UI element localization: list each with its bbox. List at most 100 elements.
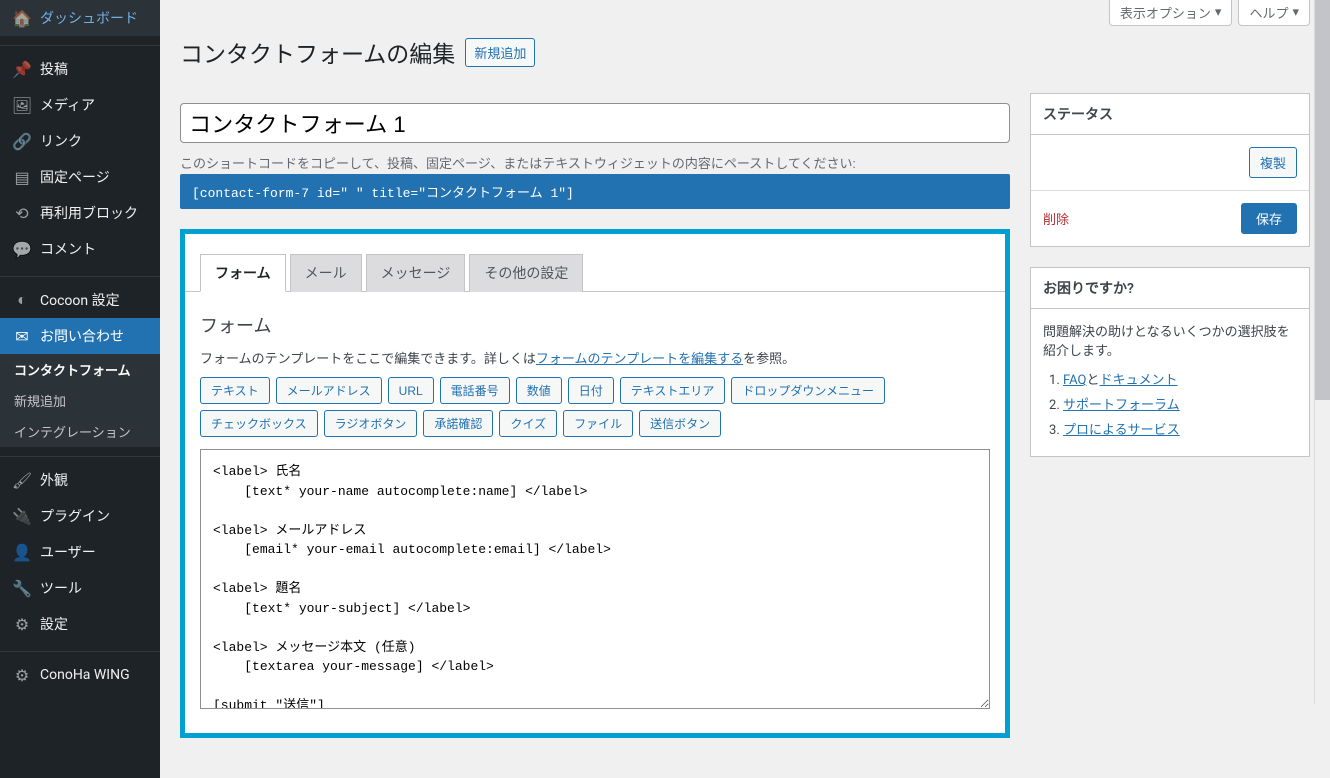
help-postbox: お困りですか? 問題解決の助けとなるいくつかの選択肢を紹介します。 FAQとドキ… — [1030, 267, 1310, 457]
tag-generator: テキストメールアドレスURL電話番号数値日付テキストエリアドロップダウンメニュー… — [200, 377, 990, 437]
chevron-down-icon: ▾ — [1292, 5, 1299, 20]
tag-button-7[interactable]: ドロップダウンメニュー — [731, 377, 885, 404]
shortcode-description: このショートコードをコピーして、投稿、固定ページ、またはテキストウィジェットの内… — [180, 153, 1010, 172]
sidebar-submenu: コンタクトフォーム 新規追加 インテグレーション — [0, 354, 160, 447]
panel-description: フォームのテンプレートをここで編集できます。詳しくはフォームのテンプレートを編集… — [200, 348, 990, 367]
status-heading: ステータス — [1043, 104, 1297, 124]
tag-button-8[interactable]: チェックボックス — [200, 410, 318, 437]
sidebar-separator — [0, 41, 160, 46]
sidebar-item-conoha[interactable]: ⚙ ConoHa WING — [0, 657, 160, 693]
admin-sidebar: 🏠ダッシュボード 📌投稿 🖼メディア 🔗リンク ▤固定ページ ⟲再利用ブロック … — [0, 0, 160, 778]
help-heading: お困りですか? — [1043, 278, 1297, 298]
cocoon-icon: ◐ — [12, 290, 32, 310]
main-content: 表示オプション ▾ ヘルプ ▾ コンタクトフォームの編集 新規追加 このショート… — [160, 0, 1330, 778]
postbox-inside: 問題解決の助けとなるいくつかの選択肢を紹介します。 FAQとドキュメント サポー… — [1031, 309, 1309, 456]
sidebar-item-plugins[interactable]: 🔌 プラグイン — [0, 498, 160, 534]
docs-link[interactable]: ドキュメント — [1099, 373, 1177, 388]
tag-button-9[interactable]: ラジオボタン — [324, 410, 418, 437]
sidebar-item-links[interactable]: 🔗 リンク — [0, 123, 160, 159]
duplicate-button[interactable]: 複製 — [1249, 147, 1297, 178]
sidebar-item-tools[interactable]: 🔧ツール — [0, 570, 160, 606]
sidebar-item-cocoon[interactable]: ◐ Cocoon 設定 — [0, 282, 160, 318]
text: と — [1086, 373, 1099, 388]
delete-link[interactable]: 削除 — [1043, 209, 1069, 228]
support-forum-link[interactable]: サポートフォーラム — [1063, 398, 1180, 413]
editor-area: このショートコードをコピーして、投稿、固定ページ、またはテキストウィジェットの内… — [180, 93, 1010, 758]
sidebar-item-contact[interactable]: ✉ お問い合わせ — [0, 318, 160, 354]
pin-icon: 📌 — [12, 59, 32, 79]
sidebar-separator — [0, 647, 160, 652]
sidebar-item-label: メディア — [40, 95, 95, 115]
help-item-faq: FAQとドキュメント — [1063, 369, 1297, 388]
reusable-icon: ⟲ — [12, 203, 32, 223]
tag-button-4[interactable]: 数値 — [516, 377, 562, 404]
tag-button-3[interactable]: 電話番号 — [440, 377, 510, 404]
sidebar-item-label: 投稿 — [40, 59, 68, 79]
scrollbar[interactable] — [1314, 0, 1330, 704]
sidebar-item-label: ユーザー — [40, 542, 96, 562]
sidebar-item-label: プラグイン — [40, 506, 110, 526]
screen-options-button[interactable]: 表示オプション ▾ — [1109, 0, 1233, 26]
sidebar-item-comments[interactable]: 💬 コメント — [0, 231, 160, 267]
form-content-textarea[interactable] — [200, 449, 990, 709]
sidebar-item-label: ツール — [40, 578, 82, 598]
sidebar-item-appearance[interactable]: 🖌外観 — [0, 462, 160, 498]
sidebar-item-label: リンク — [40, 131, 82, 151]
sidebar-item-label: 設定 — [40, 614, 68, 634]
tab-messages[interactable]: メッセージ — [366, 254, 466, 292]
tag-button-5[interactable]: 日付 — [568, 377, 614, 404]
text: フォームのテンプレートをここで編集できます。詳しくは — [200, 352, 536, 367]
sidebar-item-pages[interactable]: ▤固定ページ — [0, 159, 160, 195]
help-label: ヘルプ — [1249, 3, 1288, 22]
tag-button-2[interactable]: URL — [388, 377, 434, 404]
scrollbar-thumb[interactable] — [1315, 0, 1330, 400]
sidebar-item-users[interactable]: 👤 ユーザー — [0, 534, 160, 570]
sidebar-item-dashboard[interactable]: 🏠ダッシュボード — [0, 0, 160, 36]
tag-button-10[interactable]: 承諾確認 — [423, 410, 493, 437]
help-item-support: サポートフォーラム — [1063, 394, 1297, 413]
submenu-add-new[interactable]: 新規追加 — [0, 385, 160, 416]
sidebar-item-label: コメント — [40, 239, 96, 259]
sidebar-item-label: 外観 — [40, 470, 68, 490]
media-icon: 🖼 — [12, 95, 32, 115]
sidebar-item-label: Cocoon 設定 — [40, 290, 120, 310]
tab-mail[interactable]: メール — [290, 254, 362, 292]
sidebar-item-label: 再利用ブロック — [40, 203, 138, 223]
sidebar-separator — [0, 452, 160, 457]
chevron-down-icon: ▾ — [1215, 5, 1222, 20]
sidebar-item-label: お問い合わせ — [40, 326, 124, 346]
tag-button-1[interactable]: メールアドレス — [276, 377, 382, 404]
comments-icon: 💬 — [12, 239, 32, 259]
submenu-contact-forms[interactable]: コンタクトフォーム — [0, 354, 160, 385]
users-icon: 👤 — [12, 542, 32, 562]
side-area: ステータス 複製 削除 保存 お困りですか? 問題解決の助けとなるいくつかの選択… — [1030, 93, 1310, 477]
mail-icon: ✉ — [12, 326, 32, 346]
form-template-doc-link[interactable]: フォームのテンプレートを編集する — [536, 352, 743, 367]
conoha-icon: ⚙ — [12, 665, 32, 685]
page-header: コンタクトフォームの編集 新規追加 — [180, 26, 1310, 73]
faq-link[interactable]: FAQ — [1063, 373, 1086, 388]
sidebar-item-posts[interactable]: 📌 投稿 — [0, 51, 160, 87]
tab-form[interactable]: フォーム — [200, 254, 286, 292]
tag-button-6[interactable]: テキストエリア — [620, 377, 726, 404]
tag-button-12[interactable]: ファイル — [563, 410, 633, 437]
tag-button-11[interactable]: クイズ — [499, 410, 557, 437]
tag-button-0[interactable]: テキスト — [200, 377, 270, 404]
sidebar-item-media[interactable]: 🖼 メディア — [0, 87, 160, 123]
tab-additional[interactable]: その他の設定 — [469, 254, 583, 292]
sidebar-item-label: ConoHa WING — [40, 667, 130, 683]
sidebar-item-reusable[interactable]: ⟲ 再利用ブロック — [0, 195, 160, 231]
form-title-input[interactable] — [180, 103, 1010, 143]
plugins-icon: 🔌 — [12, 506, 32, 526]
shortcode-display[interactable]: [contact-form-7 id=" " title="コンタクトフォーム … — [180, 174, 1010, 209]
sidebar-item-settings[interactable]: ⚙ 設定 — [0, 606, 160, 642]
help-list: FAQとドキュメント サポートフォーラム プロによるサービス — [1043, 369, 1297, 438]
tag-button-13[interactable]: 送信ボタン — [639, 410, 721, 437]
save-button[interactable]: 保存 — [1241, 203, 1297, 234]
help-button[interactable]: ヘルプ ▾ — [1238, 0, 1310, 26]
submenu-integration[interactable]: インテグレーション — [0, 416, 160, 447]
pro-service-link[interactable]: プロによるサービス — [1063, 423, 1180, 438]
settings-icon: ⚙ — [12, 614, 32, 634]
link-icon: 🔗 — [12, 131, 32, 151]
add-new-button[interactable]: 新規追加 — [465, 38, 535, 67]
